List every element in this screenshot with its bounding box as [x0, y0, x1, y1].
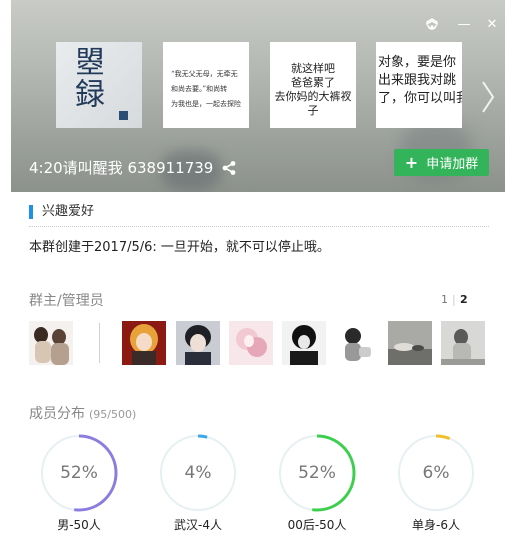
location-ring: 4% — [158, 433, 238, 513]
photo-text-line: 对象，要是你 — [378, 55, 457, 70]
admin-avatar[interactable] — [335, 321, 379, 365]
next-photo-arrow-icon[interactable] — [481, 80, 499, 113]
photo-text-line: 出来跟我对跳 — [378, 73, 457, 88]
ring-percent: 52% — [60, 463, 98, 483]
admin-avatar[interactable] — [176, 321, 220, 365]
admins-title: 群主/管理员 — [29, 293, 104, 309]
ring-label: 00后-50人 — [287, 518, 347, 532]
ring-label: 单身-6人 — [412, 518, 460, 532]
distribution-header: 成员分布 (95/500) — [29, 403, 136, 423]
ring-percent: 4% — [184, 463, 212, 483]
group-name: 4:20请叫醒我 638911739 — [29, 159, 214, 177]
pager-separator: | — [452, 293, 456, 306]
photo-text-line: 和尚去要。”和尚转 — [171, 85, 228, 93]
group-photo[interactable]: 曌録 — [56, 42, 142, 128]
settings-icon[interactable] — [425, 18, 439, 32]
group-intro: 本群创建于2017/5/6: 一旦开始，就不可以停止哦。 — [29, 240, 330, 255]
relationship-ring: 6% — [396, 433, 476, 513]
group-photo[interactable]: 对象，要是你 出来跟我对跳 了，你可以叫我 — [376, 42, 462, 128]
age-ring: 52% — [277, 433, 357, 513]
minimize-icon[interactable]: — — [457, 18, 471, 32]
ring-label: 男-50人 — [57, 518, 101, 532]
seal-mark — [119, 111, 128, 120]
photo-text-line: 为我也是，一起去探险 — [171, 100, 241, 108]
group-banner: — ✕ 曌録 “我无父无母，无牵无 和尚去要。”和尚转 为我也是，一起去探险 就… — [11, 0, 505, 192]
photo-text-line: 就这样吧 — [291, 62, 335, 75]
share-icon[interactable] — [221, 160, 237, 176]
page-2-link[interactable]: 2 — [460, 293, 468, 306]
apply-join-button[interactable]: + 申请加群 — [394, 149, 489, 176]
plus-icon: + — [404, 153, 419, 172]
close-icon[interactable]: ✕ — [485, 18, 499, 32]
calligraphy-text: 曌録 — [69, 46, 104, 110]
photo-text-line: “我无父无母，无牵无 — [171, 70, 238, 78]
owner-divider — [99, 323, 100, 363]
admin-avatar[interactable] — [441, 321, 485, 365]
ring-percent: 52% — [298, 463, 336, 483]
admin-avatar[interactable] — [229, 321, 273, 365]
owner-avatar[interactable] — [29, 321, 73, 365]
divider — [29, 226, 489, 227]
page-1-link[interactable]: 1 — [441, 293, 448, 306]
admin-avatar[interactable] — [122, 321, 166, 365]
group-photo[interactable]: 就这样吧 爸爸累了 去你妈的大裤衩子 — [270, 42, 356, 128]
ring-label: 武汉-4人 — [174, 518, 222, 532]
photo-text-line: 爸爸累了 — [291, 76, 335, 89]
admin-avatar[interactable] — [282, 321, 326, 365]
member-count: (95/500) — [89, 408, 137, 421]
interests-title: 兴趣爱好 — [29, 205, 94, 219]
ring-percent: 6% — [422, 463, 450, 483]
distribution-title: 成员分布 — [29, 406, 85, 422]
photo-text-line: 了，你可以叫我 — [378, 91, 462, 106]
gender-ring: 52% — [39, 433, 119, 513]
apply-join-label: 申请加群 — [426, 157, 479, 172]
photo-text-line: 去你妈的大裤衩子 — [274, 90, 352, 117]
group-photo[interactable]: “我无父无母，无牵无 和尚去要。”和尚转 为我也是，一起去探险 — [163, 42, 249, 128]
admin-avatar[interactable] — [388, 321, 432, 365]
